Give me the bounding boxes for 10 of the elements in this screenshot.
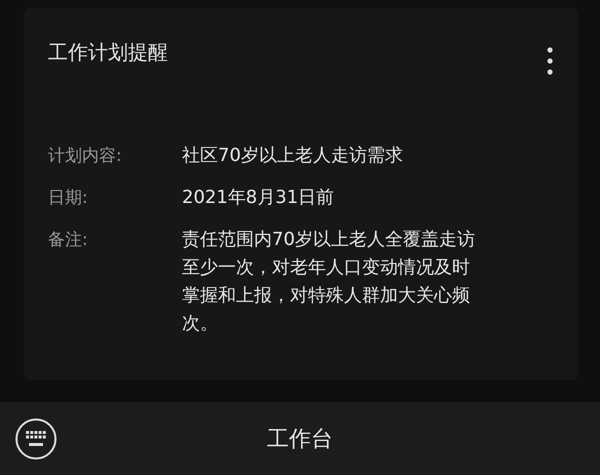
keyboard-icon[interactable] xyxy=(15,418,57,460)
field-value: 2021年8月31日前 xyxy=(182,186,336,210)
field-label: 日期: xyxy=(48,187,89,210)
field-label: 备注: xyxy=(48,229,89,252)
field-label: 计划内容: xyxy=(48,145,123,168)
field-value: 责任范围内70岁以上老人全覆盖走访至少一次，对老年人口变动情况及时掌握和上报，对特殊人群加大关心频次。 xyxy=(182,228,476,336)
field-value: 社区70岁以上老人走访需求 xyxy=(182,144,404,168)
bar-title: 工作台 xyxy=(267,426,333,454)
more-icon[interactable] xyxy=(546,46,554,76)
card-title: 工作计划提醒 xyxy=(48,39,168,66)
